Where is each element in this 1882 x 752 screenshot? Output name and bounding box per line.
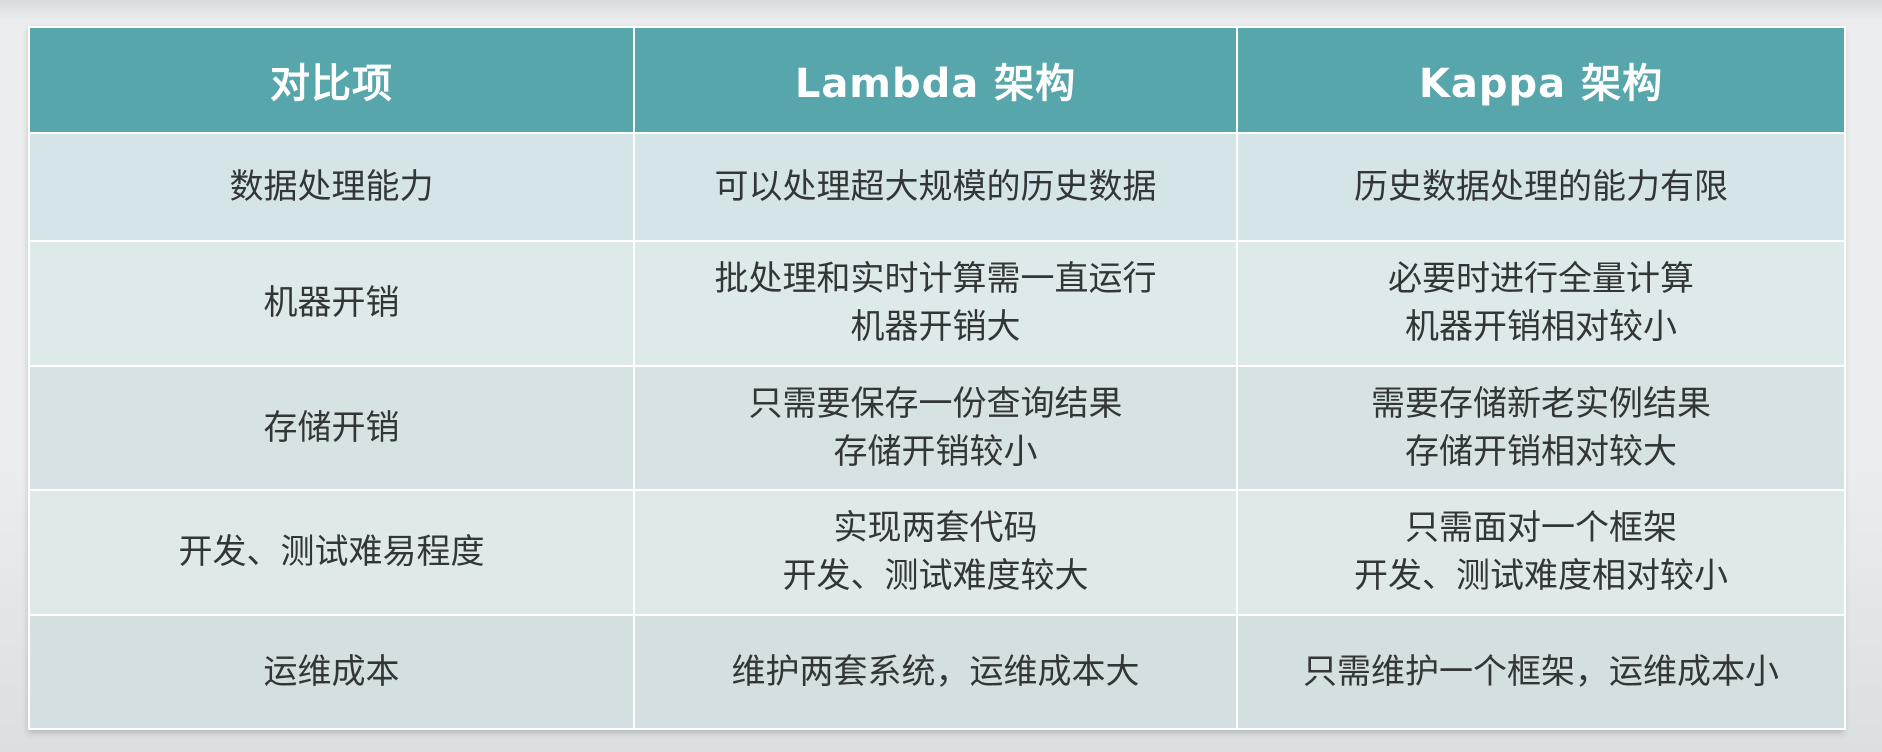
- cell-line: 批处理和实时计算需一直运行: [714, 259, 1157, 300]
- cell-item: 机器开销: [28, 240, 635, 367]
- cell-lambda: 只需要保存一份查询结果 存储开销较小: [633, 364, 1238, 492]
- header-compare-item: 对比项: [28, 26, 635, 134]
- cell-lambda: 维护两套系统，运维成本大: [633, 613, 1238, 731]
- architecture-comparison-table: 对比项 Lambda 架构 Kappa 架构 数据处理能力 可以处理超大规模的历…: [28, 26, 1846, 731]
- slide: 对比项 Lambda 架构 Kappa 架构 数据处理能力 可以处理超大规模的历…: [0, 0, 1882, 752]
- cell-line: 开发、测试难易程度: [178, 532, 485, 573]
- cell-item: 数据处理能力: [28, 131, 635, 243]
- cell-line: 只需面对一个框架: [1405, 508, 1677, 549]
- cell-line: 存储开销: [263, 407, 400, 448]
- table-row-storage-cost: 存储开销 只需要保存一份查询结果 存储开销较小 需要存储新老实例结果 存储开销相…: [28, 364, 1846, 492]
- cell-line: 机器开销相对较小: [1405, 307, 1677, 348]
- cell-line: 只需要保存一份查询结果: [748, 383, 1123, 424]
- cell-kappa: 历史数据处理的能力有限: [1236, 131, 1846, 243]
- cell-lambda: 批处理和实时计算需一直运行 机器开销大: [633, 240, 1238, 367]
- cell-item: 存储开销: [28, 364, 635, 492]
- cell-line: 可以处理超大规模的历史数据: [714, 167, 1157, 208]
- cell-item: 开发、测试难易程度: [28, 489, 635, 616]
- cell-line: 数据处理能力: [229, 167, 434, 208]
- cell-line: 需要存储新老实例结果: [1371, 383, 1711, 424]
- cell-line: 历史数据处理的能力有限: [1354, 167, 1728, 208]
- cell-kappa: 需要存储新老实例结果 存储开销相对较大: [1236, 364, 1846, 492]
- header-kappa: Kappa 架构: [1236, 26, 1846, 134]
- comparison-table-container: 对比项 Lambda 架构 Kappa 架构 数据处理能力 可以处理超大规模的历…: [28, 26, 1846, 731]
- cell-line: 机器开销大: [850, 307, 1021, 348]
- cell-line: 存储开销相对较大: [1405, 431, 1677, 472]
- cell-lambda: 实现两套代码 开发、测试难度较大: [633, 489, 1238, 616]
- cell-item: 运维成本: [28, 613, 635, 731]
- cell-kappa: 必要时进行全量计算 机器开销相对较小: [1236, 240, 1846, 367]
- cell-line: 存储开销较小: [833, 431, 1038, 472]
- header-lambda: Lambda 架构: [633, 26, 1238, 134]
- table-header-row: 对比项 Lambda 架构 Kappa 架构: [28, 26, 1846, 134]
- cell-line: 机器开销: [263, 283, 400, 324]
- table-row-data-processing: 数据处理能力 可以处理超大规模的历史数据 历史数据处理的能力有限: [28, 131, 1846, 243]
- cell-line: 实现两套代码: [833, 508, 1038, 549]
- table-row-ops-cost: 运维成本 维护两套系统，运维成本大 只需维护一个框架，运维成本小: [28, 613, 1846, 731]
- cell-line: 必要时进行全量计算: [1388, 259, 1694, 300]
- cell-line: 开发、测试难度相对较小: [1354, 556, 1728, 597]
- cell-line: 只需维护一个框架，运维成本小: [1303, 651, 1779, 692]
- cell-lambda: 可以处理超大规模的历史数据: [633, 131, 1238, 243]
- cell-line: 开发、测试难度较大: [782, 556, 1089, 597]
- cell-kappa: 只需面对一个框架 开发、测试难度相对较小: [1236, 489, 1846, 616]
- table-row-dev-test-difficulty: 开发、测试难易程度 实现两套代码 开发、测试难度较大 只需面对一个框架 开发、测…: [28, 489, 1846, 616]
- cell-line: 维护两套系统，运维成本大: [731, 651, 1140, 692]
- cell-line: 运维成本: [263, 651, 400, 692]
- table-row-machine-cost: 机器开销 批处理和实时计算需一直运行 机器开销大 必要时进行全量计算 机器开销相…: [28, 240, 1846, 367]
- cell-kappa: 只需维护一个框架，运维成本小: [1236, 613, 1846, 731]
